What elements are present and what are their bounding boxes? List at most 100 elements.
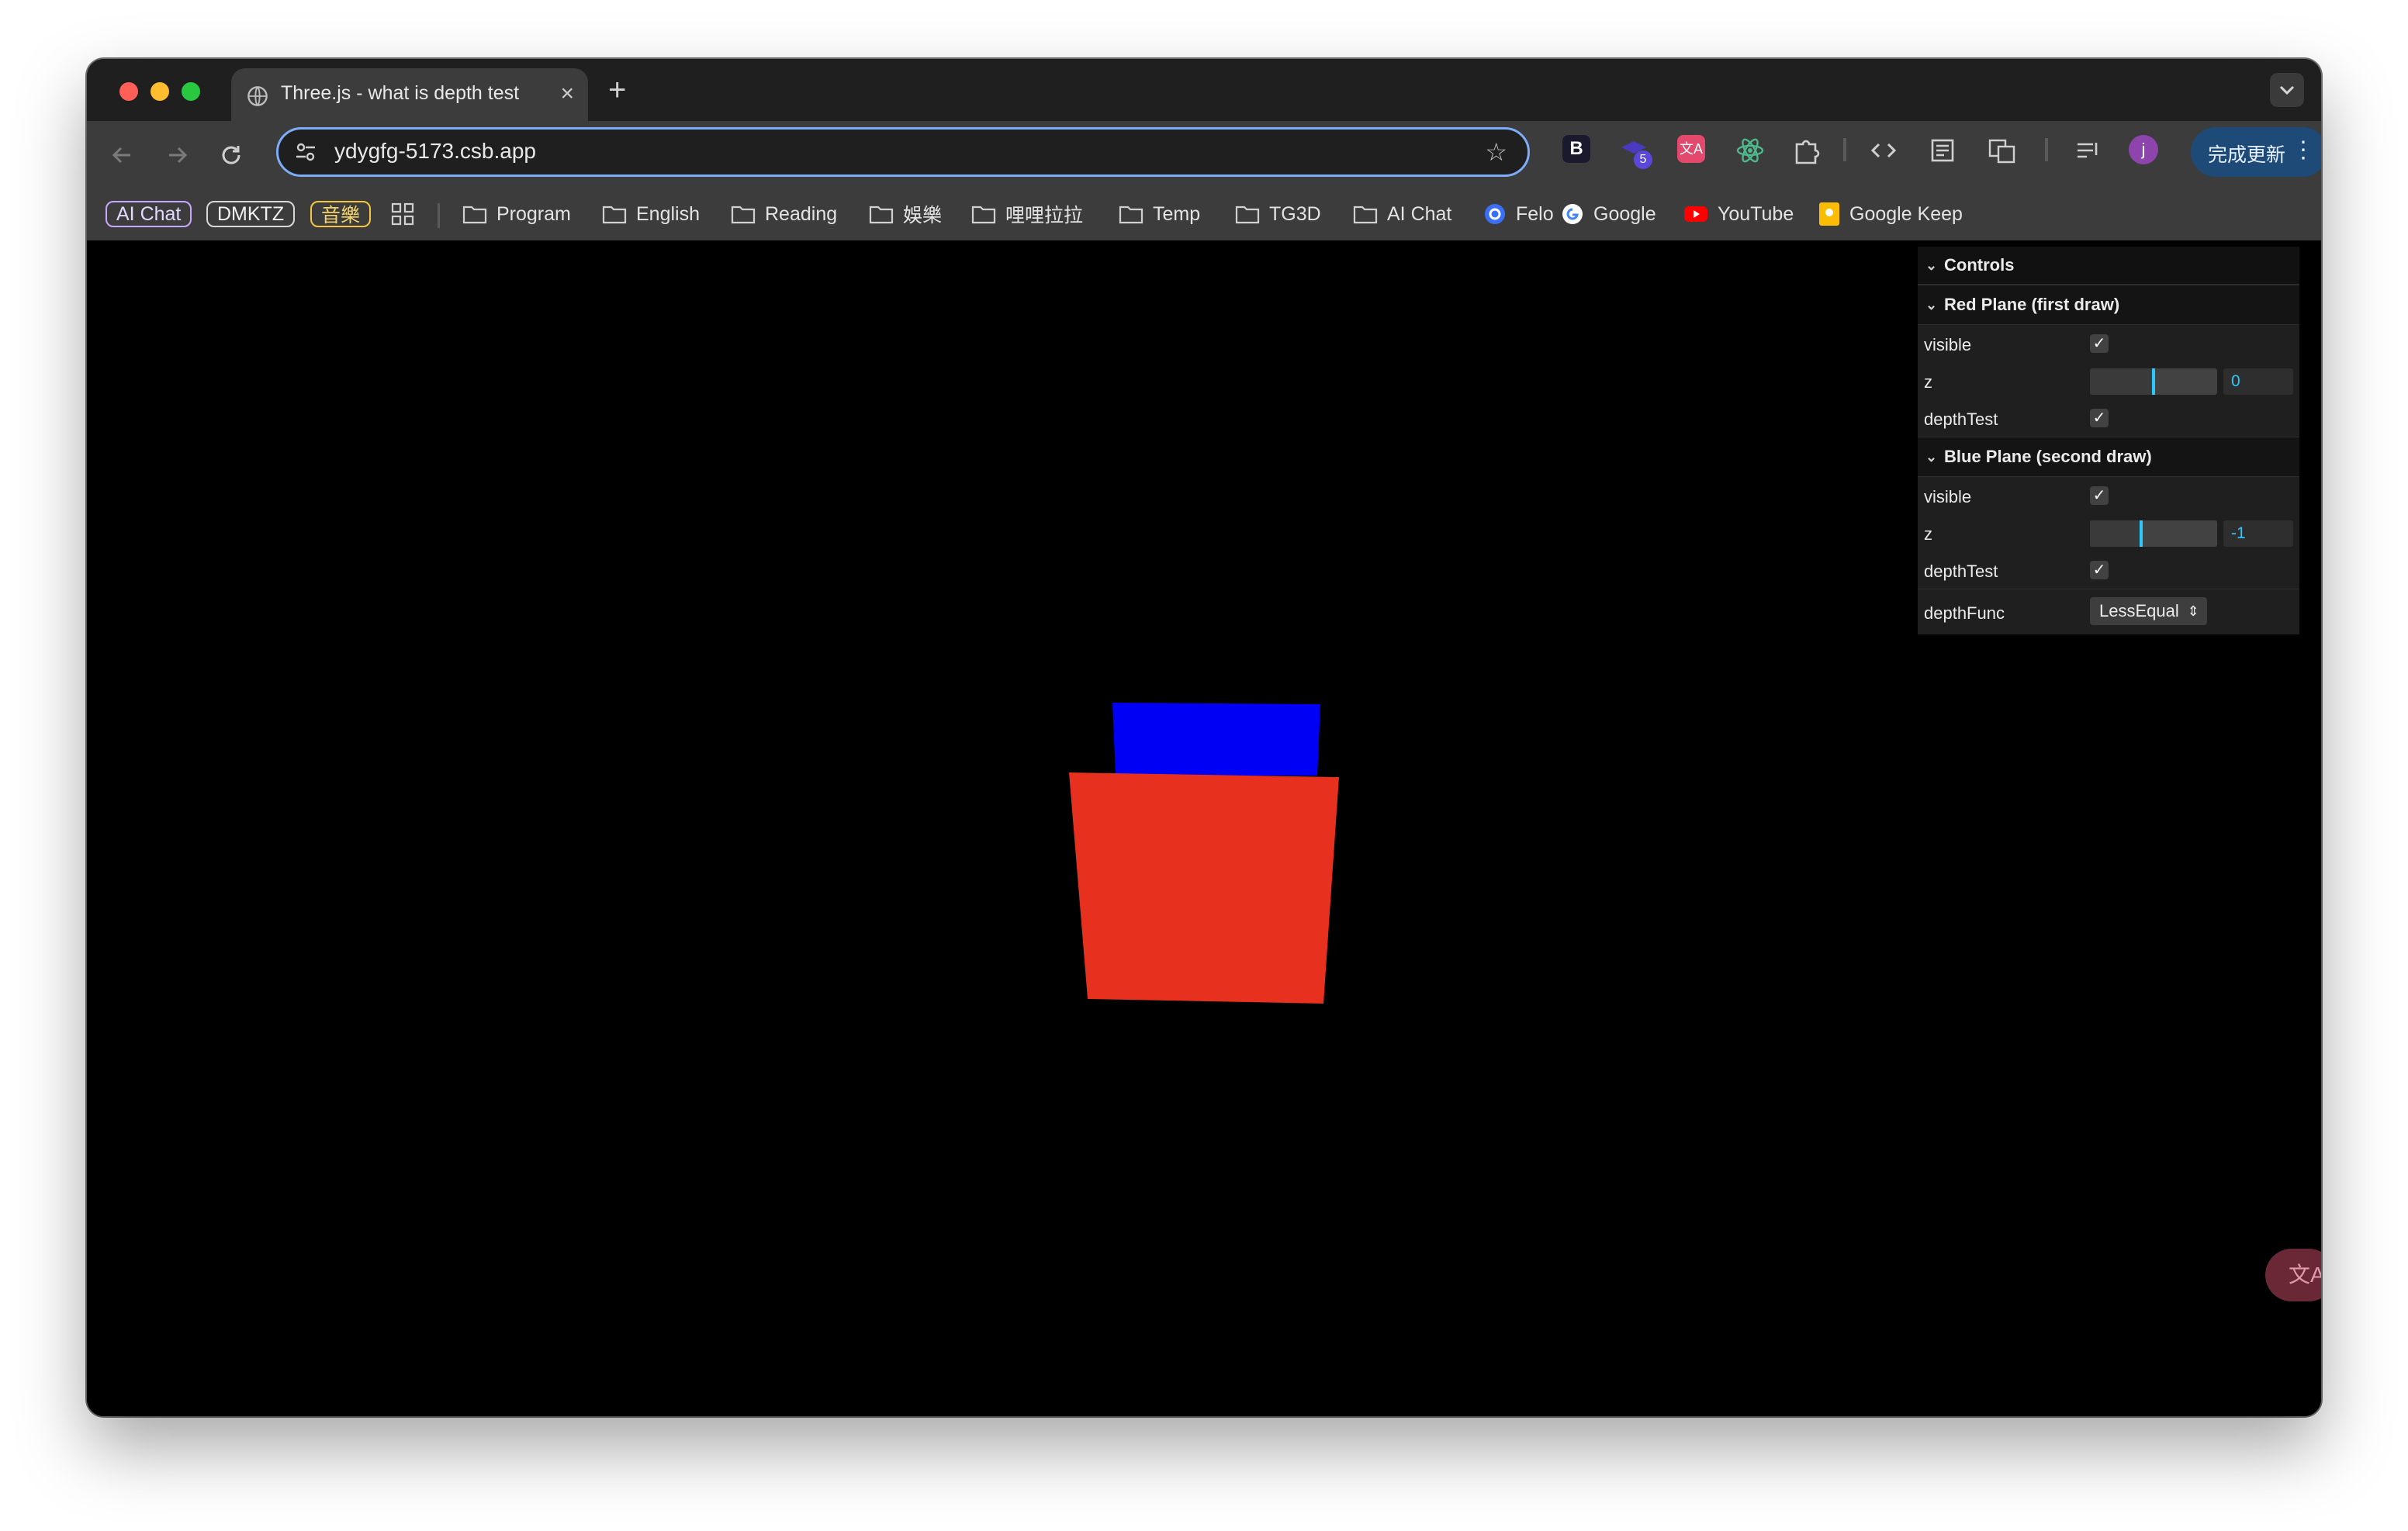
depthfunc-row: depthFunc LessEqual ⇕ xyxy=(1918,589,2299,634)
webgl-viewport[interactable]: ⌄ Controls ⌄ Red Plane (first draw) visi… xyxy=(87,240,2321,1416)
bookmark-folder-label: Reading xyxy=(765,202,838,225)
react-devtools-icon[interactable] xyxy=(1735,135,1766,166)
bookmark-folder[interactable]: 哩哩拉拉 xyxy=(971,200,1083,228)
youtube-icon xyxy=(1684,206,1707,222)
bookmark-chip[interactable]: DMKTZ xyxy=(206,200,296,228)
document-icon xyxy=(1931,139,1954,162)
avatar: j xyxy=(2129,135,2158,164)
bookmark-link-label: Google xyxy=(1593,202,1656,225)
controls-panel: ⌄ Controls ⌄ Red Plane (first draw) visi… xyxy=(1918,247,2299,634)
bookmark-star-icon[interactable]: ☆ xyxy=(1485,139,1507,165)
bookmark-link[interactable]: YouTube xyxy=(1683,200,1794,228)
close-window-button[interactable] xyxy=(119,82,138,101)
tab-search-button[interactable] xyxy=(2270,73,2304,107)
google-icon xyxy=(1562,204,1583,224)
bookmark-link[interactable]: Google Keep xyxy=(1818,200,1963,228)
folder-icon xyxy=(731,206,756,224)
bookmark-folder[interactable]: AI Chat xyxy=(1353,200,1451,228)
bookmark-folder-label: Temp xyxy=(1153,202,1201,225)
blue-z-slider[interactable] xyxy=(2090,520,2217,547)
folder-icon xyxy=(1353,206,1378,224)
toolbar-divider xyxy=(1843,138,1846,161)
bookmark-folder-label: English xyxy=(636,202,700,225)
close-tab-icon[interactable]: × xyxy=(560,81,574,107)
bookmark-chip[interactable]: 音樂 xyxy=(310,200,372,228)
new-tab-button[interactable]: + xyxy=(608,74,626,105)
address-bar[interactable]: ydygfg-5173.csb.app ☆ xyxy=(276,127,1530,177)
profile-avatar[interactable]: j xyxy=(2129,135,2160,166)
blue-plane-folder[interactable]: ⌄ Blue Plane (second draw) xyxy=(1918,437,2299,477)
extensions-puzzle-icon[interactable] xyxy=(1790,135,1822,166)
minimize-window-button[interactable] xyxy=(150,82,169,101)
controls-title[interactable]: ⌄ Controls xyxy=(1918,247,2299,285)
red-z-input[interactable]: 0 xyxy=(2223,368,2293,395)
floating-translate-button[interactable]: 文A xyxy=(2265,1249,2321,1301)
apps-grid-icon[interactable] xyxy=(391,200,424,228)
blue-visible-checkbox[interactable]: ✓ xyxy=(2090,486,2109,505)
select-arrows-icon: ⇕ xyxy=(2187,603,2199,619)
slider-handle[interactable] xyxy=(2152,368,2155,395)
bookmark-folder[interactable]: Temp xyxy=(1119,200,1200,228)
google-keep-icon xyxy=(1819,202,1839,226)
controls-title-text: Controls xyxy=(1944,255,2015,275)
tab-active[interactable]: Three.js - what is depth test × xyxy=(231,68,588,121)
bookmark-folder[interactable]: TG3D xyxy=(1235,200,1321,228)
bookmark-folder-label: AI Chat xyxy=(1387,202,1452,225)
bookmark-folder[interactable]: Reading xyxy=(731,200,837,228)
bookmark-folder[interactable]: 娛樂 xyxy=(869,200,942,228)
slider-handle[interactable] xyxy=(2140,520,2143,547)
extension-b-icon[interactable]: B xyxy=(1562,135,1593,166)
kebab-menu-icon[interactable]: ⋮ xyxy=(2292,137,2315,164)
red-plane-folder[interactable]: ⌄ Red Plane (first draw) xyxy=(1918,285,2299,325)
slider-fill xyxy=(2090,368,2154,395)
visible-label: visible xyxy=(1924,487,1972,506)
extension-hat-icon[interactable]: 5 xyxy=(1618,135,1652,169)
puzzle-icon xyxy=(1795,140,1820,164)
code-icon xyxy=(1870,143,1897,158)
reading-mode-icon[interactable] xyxy=(1927,135,1958,166)
translate-extension-icon[interactable]: 文A xyxy=(1677,135,1708,166)
folder-title-text: Blue Plane (second draw) xyxy=(1944,447,2152,466)
extension-b-label: B xyxy=(1562,135,1590,163)
bookmark-link[interactable]: Felo xyxy=(1483,200,1554,228)
toolbar-divider xyxy=(2045,138,2048,161)
url-text[interactable]: ydygfg-5173.csb.app xyxy=(334,139,536,164)
site-settings-icon[interactable] xyxy=(294,140,317,164)
red-visible-checkbox[interactable]: ✓ xyxy=(2090,334,2109,353)
reload-icon[interactable] xyxy=(216,140,247,171)
felo-icon xyxy=(1485,204,1505,224)
red-depthtest-checkbox[interactable]: ✓ xyxy=(2090,409,2109,427)
red-z-row: z 0 xyxy=(1918,362,2299,399)
maximize-window-button[interactable] xyxy=(182,82,200,101)
depthfunc-select[interactable]: LessEqual ⇕ xyxy=(2090,597,2207,625)
code-view-icon[interactable] xyxy=(1868,135,1899,166)
media-control-icon[interactable] xyxy=(2073,135,2104,166)
z-label: z xyxy=(1924,524,1932,544)
folder-icon xyxy=(462,206,487,224)
bookmark-folder[interactable]: English xyxy=(602,200,700,228)
red-depthtest-row: depthTest ✓ xyxy=(1918,399,2299,437)
globe-icon xyxy=(247,86,268,106)
bookmarks-divider xyxy=(438,203,440,228)
folder-icon xyxy=(869,206,894,224)
folder-icon xyxy=(602,206,627,224)
bookmark-folder[interactable]: Program xyxy=(462,200,571,228)
bookmark-folder-label: 哩哩拉拉 xyxy=(1005,205,1084,226)
folder-icon xyxy=(971,206,996,224)
blue-depthtest-checkbox[interactable]: ✓ xyxy=(2090,561,2109,579)
google-translate-icon[interactable] xyxy=(1986,135,2017,166)
bookmark-link-label: Felo xyxy=(1516,202,1554,225)
chevron-down-icon: ⌄ xyxy=(1925,297,1938,313)
slider-fill xyxy=(2090,520,2141,547)
bookmark-folder-label: 娛樂 xyxy=(903,205,943,226)
forward-icon[interactable] xyxy=(161,140,192,171)
bookmark-link[interactable]: Google xyxy=(1561,200,1656,228)
back-icon[interactable] xyxy=(107,140,138,171)
bookmark-chip[interactable]: AI Chat xyxy=(106,200,192,228)
update-button[interactable]: 完成更新 ⋮ xyxy=(2191,127,2321,177)
red-z-slider[interactable] xyxy=(2090,368,2217,395)
blue-plane xyxy=(1112,703,1320,776)
bookmark-chip-label: DMKTZ xyxy=(206,201,296,227)
tab-strip: Three.js - what is depth test × + xyxy=(87,59,2321,121)
blue-z-input[interactable]: -1 xyxy=(2223,520,2293,547)
